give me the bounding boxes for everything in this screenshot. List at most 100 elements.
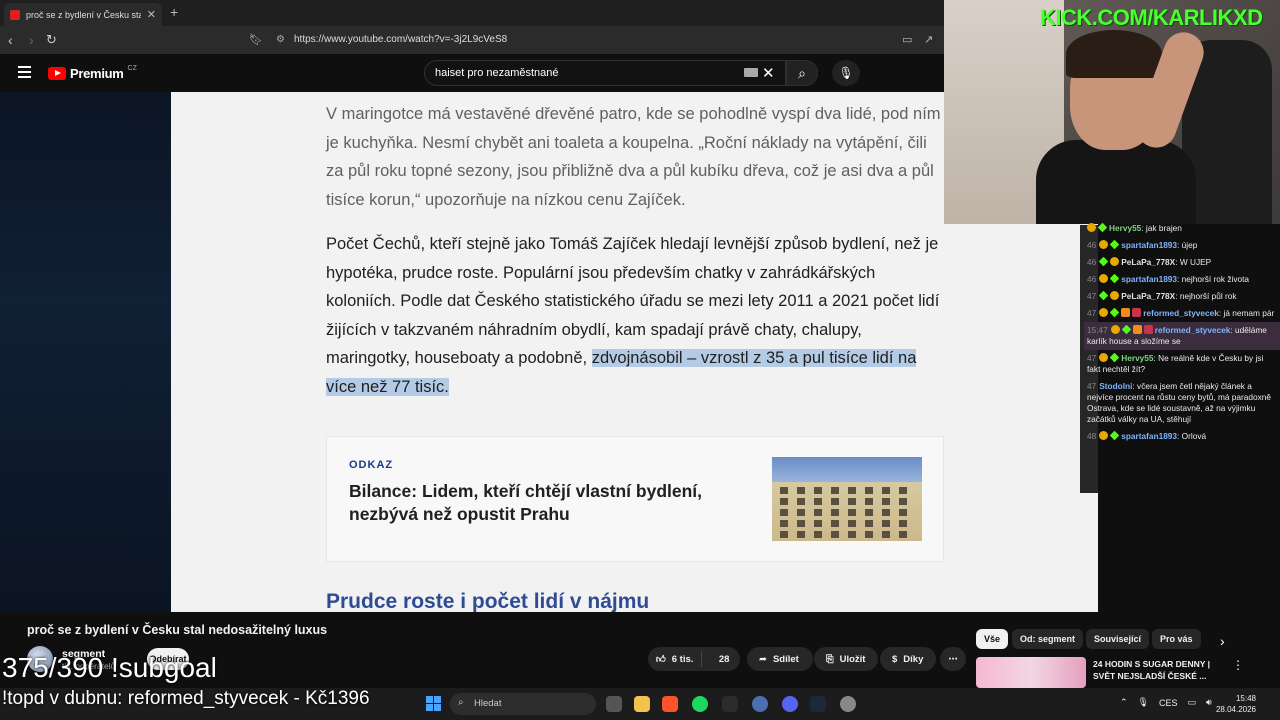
link-label: ODKAZ <box>349 459 394 471</box>
discord-icon[interactable] <box>782 696 798 712</box>
clock-date: 28.04.2026 <box>1215 705 1256 714</box>
tab-title: proč se z bydlení v Česku stal ne <box>26 9 141 20</box>
article-body: V maringotce má vestavěné dřevěné patro,… <box>326 100 946 417</box>
steam-icon[interactable] <box>810 696 826 712</box>
gold-badge-icon <box>1099 274 1109 283</box>
chat-timestamp: 47 <box>1087 381 1097 391</box>
chat-timestamp: 47 <box>1087 308 1097 318</box>
dislike-button[interactable]: 28 <box>708 654 740 665</box>
network-icon[interactable]: ▭ <box>1188 697 1197 708</box>
chat-text: újep <box>1181 240 1198 250</box>
clock-time: 15:48 <box>1235 694 1256 703</box>
taskbar-clock[interactable]: 15:48 28.04.2026 <box>1200 693 1256 715</box>
reload-button[interactable]: ↻ <box>46 32 57 48</box>
red-badge-icon <box>1132 308 1142 317</box>
file-explorer-icon[interactable] <box>634 696 650 712</box>
chat-username[interactable]: Hervy55 <box>1109 223 1141 233</box>
browser-tab[interactable]: proč se z bydlení v Česku stal ne ✕ <box>4 3 162 26</box>
thanks-button[interactable]: $ Díky <box>880 647 936 671</box>
building-window <box>780 487 788 494</box>
picture-in-picture-icon[interactable]: ▭ <box>902 33 912 46</box>
ccleaner-icon[interactable] <box>752 696 768 712</box>
chat-message: 47 PeLaPa_778X: nejhorší půl rok <box>1084 288 1280 305</box>
building-window <box>882 487 890 494</box>
chip-1[interactable]: Od: segment <box>1012 629 1084 649</box>
chat-username[interactable]: spartafan1893 <box>1121 431 1177 441</box>
chat-username[interactable]: reformed_styvecek <box>1143 308 1219 318</box>
gold-badge-icon <box>1110 325 1120 334</box>
green-badge-icon <box>1109 239 1120 250</box>
url-input[interactable]: ⚙ https://www.youtube.com/watch?v=-3j2L9… <box>268 30 888 50</box>
taskbar-search[interactable]: ⌕ Hledat <box>450 693 596 715</box>
bookmark-icon[interactable]: 🔖︎ <box>249 33 263 46</box>
article-paragraph-2-text: Počet Čechů, kteří stejně jako Tomáš Zaj… <box>326 235 940 367</box>
search-value: haiset pro nezaměstnané <box>435 67 559 79</box>
clear-search-icon[interactable]: ✕ <box>762 64 775 82</box>
chat-username[interactable]: spartafan1893 <box>1121 274 1177 284</box>
brave-browser-icon[interactable] <box>662 696 678 712</box>
chat-timestamp: 46 <box>1087 257 1097 267</box>
chat-timestamp: 48 <box>1087 431 1097 441</box>
close-tab-icon[interactable]: ✕ <box>147 8 156 21</box>
chat-username[interactable]: PeLaPa_778X <box>1121 291 1175 301</box>
taskbar-app-icon[interactable] <box>722 696 738 712</box>
more-vertical-icon[interactable]: ⋮ <box>1232 658 1244 672</box>
share-arrow-icon: ➦ <box>759 653 767 665</box>
building-window <box>797 520 805 527</box>
chip-0[interactable]: Vše <box>976 629 1009 649</box>
building-window <box>848 509 856 516</box>
search-button[interactable]: ⌕ <box>786 60 818 86</box>
share-button[interactable]: ➦ Sdílet <box>747 647 813 671</box>
building-window <box>814 509 822 516</box>
search-input[interactable]: haiset pro nezaměstnané <box>424 60 786 86</box>
voice-search-button[interactable]: 🎙︎ <box>832 60 860 86</box>
chip-2[interactable]: Související <box>1086 629 1150 649</box>
article-next-heading: Prudce roste i počet lidí v nájmu <box>326 590 650 613</box>
building-window <box>899 520 907 527</box>
subgoal-overlay: 375/390 !subgoal <box>2 652 217 683</box>
new-tab-button[interactable]: + <box>170 4 178 20</box>
forward-button[interactable]: › <box>29 32 34 48</box>
obs-icon[interactable] <box>840 696 856 712</box>
youtube-logo[interactable]: Premium CZ <box>48 65 137 81</box>
red-badge-icon <box>1143 325 1153 334</box>
building-window <box>865 531 873 538</box>
chip-3[interactable]: Pro vás <box>1152 629 1201 649</box>
system-tray[interactable]: ⌃ 🎙︎ CES ▭ 🔊︎ <box>1120 697 1212 708</box>
building-window <box>848 498 856 505</box>
youtube-favicon-icon <box>10 9 20 20</box>
recommended-video-title[interactable]: 24 HODIN S SUGAR DENNY | SVĚT NEJSLADŠÍ … <box>1093 658 1223 682</box>
spotify-icon[interactable] <box>692 696 708 712</box>
like-button[interactable]: 👍︎ 6 tis. <box>648 651 703 667</box>
save-button[interactable]: ⎘ Uložit <box>814 647 878 671</box>
gold-badge-icon <box>1099 431 1109 440</box>
chat-username[interactable]: Hervy55 <box>1121 353 1153 363</box>
site-info-icon[interactable]: ⚙ <box>276 34 285 45</box>
chat-timestamp: 15:47 <box>1087 325 1108 335</box>
language-indicator[interactable]: CES <box>1159 698 1178 708</box>
chat-username[interactable]: spartafan1893 <box>1121 240 1177 250</box>
chat-username[interactable]: Stodolni <box>1099 381 1132 391</box>
building-window <box>831 531 839 538</box>
windows-start-icon[interactable] <box>426 696 441 711</box>
keyboard-icon[interactable] <box>744 68 758 77</box>
chat-username[interactable]: PeLaPa_778X <box>1121 257 1175 267</box>
building-window <box>797 531 805 538</box>
orange-badge-icon <box>1132 325 1142 334</box>
search-icon: ⌕ <box>798 65 806 81</box>
recommended-video-thumbnail[interactable] <box>976 657 1086 688</box>
menu-icon[interactable] <box>18 66 31 81</box>
task-view-icon[interactable] <box>606 696 622 712</box>
more-actions-button[interactable]: ⋯ <box>940 647 966 671</box>
share-icon[interactable]: ↗ <box>924 33 933 46</box>
chevron-right-icon[interactable]: › <box>1220 633 1225 649</box>
building-window <box>865 498 873 505</box>
chat-username[interactable]: reformed_styvecek <box>1155 325 1231 335</box>
chevron-up-icon[interactable]: ⌃ <box>1120 697 1128 708</box>
microphone-tray-icon[interactable]: 🎙︎ <box>1138 697 1149 708</box>
chat-message: 47 Hervy55: Ne reálně kde v Česku by jsi … <box>1084 350 1280 378</box>
back-button[interactable]: ‹ <box>8 32 13 48</box>
region-code: CZ <box>127 65 137 72</box>
green-badge-icon <box>1109 430 1120 441</box>
donation-ticker: !topd v dubnu: reformed_styvecek - Kč139… <box>2 688 370 709</box>
